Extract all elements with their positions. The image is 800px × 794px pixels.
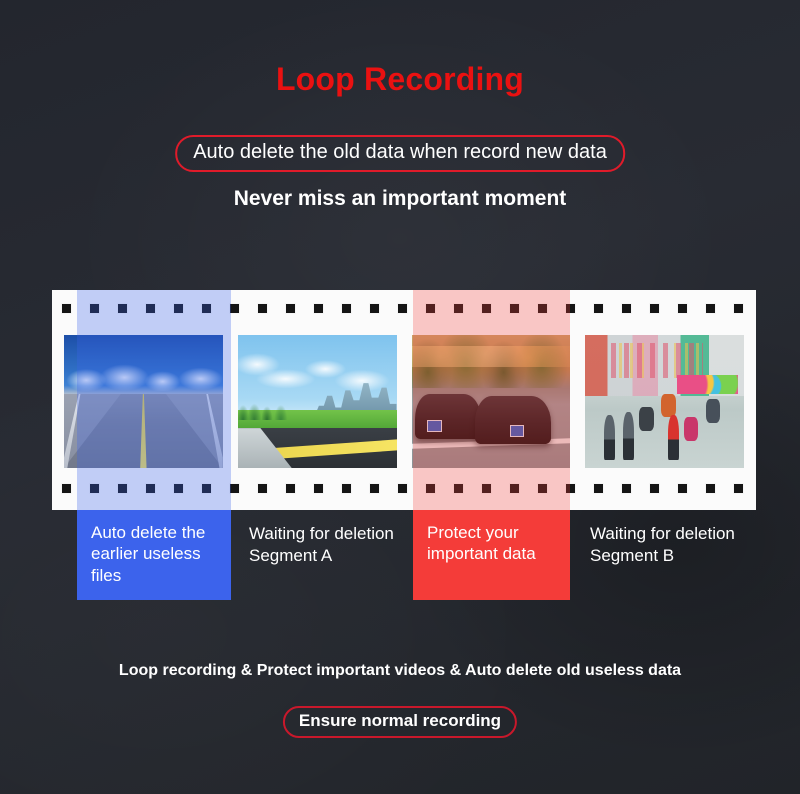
- film-frame-4: [585, 335, 744, 468]
- sprocket-hole: [677, 483, 688, 494]
- tagline-badge: Auto delete the old data when record new…: [175, 135, 625, 172]
- film-frame-2: [237, 335, 397, 468]
- photo-open-highway: [64, 335, 223, 468]
- sprocket-hole: [565, 303, 576, 314]
- sprocket-hole: [257, 483, 268, 494]
- sprocket-hole: [621, 303, 632, 314]
- sprocket-hole: [621, 483, 632, 494]
- segment-delete-line2: earlier useless: [91, 544, 201, 564]
- segment-protect-line2: important data: [427, 544, 536, 564]
- caption-segment-a: Waiting for deletion Segment A: [249, 523, 394, 567]
- sprocket-row-top: [52, 303, 756, 317]
- sprocket-hole: [341, 303, 352, 314]
- sprocket-hole: [649, 483, 660, 494]
- sprocket-hole: [425, 483, 436, 494]
- film-frames: [52, 335, 756, 468]
- sprocket-hole: [705, 303, 716, 314]
- footer-badge-text: Ensure normal recording: [298, 711, 502, 730]
- sprocket-hole: [313, 483, 324, 494]
- caption-b-line1: Waiting for deletion: [590, 524, 735, 543]
- sprocket-hole: [593, 303, 604, 314]
- segment-label-protect: Protect your important data: [413, 510, 570, 600]
- sprocket-hole: [117, 303, 128, 314]
- subheadline: Never miss an important moment: [233, 187, 567, 210]
- sprocket-hole: [453, 483, 464, 494]
- sprocket-hole: [537, 303, 548, 314]
- sprocket-hole: [173, 303, 184, 314]
- sprocket-hole: [285, 303, 296, 314]
- caption-a-line2: Segment A: [249, 545, 333, 565]
- film-frame-3: [411, 335, 571, 468]
- sprocket-hole: [89, 303, 100, 314]
- sprocket-hole: [649, 303, 660, 314]
- segment-label-delete: Auto delete the earlier useless files: [77, 510, 231, 600]
- segment-delete-line3: files: [91, 565, 122, 585]
- sprocket-hole: [341, 483, 352, 494]
- sprocket-hole: [201, 303, 212, 314]
- caption-b-line2: Segment B: [590, 545, 675, 565]
- sprocket-hole: [565, 483, 576, 494]
- filmstrip: [52, 290, 756, 510]
- sprocket-hole: [537, 483, 548, 494]
- footer-badge: Ensure normal recording: [282, 706, 518, 738]
- sprocket-row-bottom: [52, 483, 756, 497]
- sprocket-hole: [733, 303, 744, 314]
- sprocket-hole: [733, 483, 744, 494]
- sprocket-hole: [229, 303, 240, 314]
- page-title: Loop Recording: [275, 61, 525, 97]
- sprocket-hole: [229, 483, 240, 494]
- sprocket-hole: [481, 483, 492, 494]
- caption-segment-b: Waiting for deletion Segment B: [590, 523, 735, 567]
- segment-delete-line1: Auto delete the: [91, 523, 206, 542]
- sprocket-hole: [425, 303, 436, 314]
- footer-summary: Loop recording & Protect important video…: [118, 662, 682, 679]
- tagline-text: Auto delete the old data when record new…: [193, 141, 607, 163]
- sprocket-hole: [369, 483, 380, 494]
- sprocket-hole: [593, 483, 604, 494]
- promo-graphic: Loop Recording Auto delete the old data …: [0, 0, 800, 794]
- sprocket-hole: [705, 483, 716, 494]
- sprocket-hole: [257, 303, 268, 314]
- film-frame-1: [64, 335, 223, 468]
- sprocket-hole: [145, 303, 156, 314]
- sprocket-hole: [201, 483, 212, 494]
- sprocket-hole: [61, 303, 72, 314]
- sprocket-hole: [173, 483, 184, 494]
- sprocket-hole: [509, 483, 520, 494]
- sprocket-hole: [89, 483, 100, 494]
- sprocket-hole: [313, 303, 324, 314]
- sprocket-hole: [397, 303, 408, 314]
- sprocket-hole: [285, 483, 296, 494]
- segment-protect-line1: Protect your: [427, 523, 519, 542]
- sprocket-hole: [61, 483, 72, 494]
- photo-car-collision: [411, 335, 571, 468]
- photo-busy-street: [585, 335, 744, 468]
- sprocket-hole: [481, 303, 492, 314]
- sprocket-hole: [453, 303, 464, 314]
- sprocket-hole: [369, 303, 380, 314]
- sprocket-hole: [677, 303, 688, 314]
- sprocket-hole: [117, 483, 128, 494]
- sprocket-hole: [509, 303, 520, 314]
- sprocket-hole: [397, 483, 408, 494]
- photo-city-highway: [237, 335, 397, 468]
- sprocket-hole: [145, 483, 156, 494]
- caption-a-line1: Waiting for deletion: [249, 524, 394, 543]
